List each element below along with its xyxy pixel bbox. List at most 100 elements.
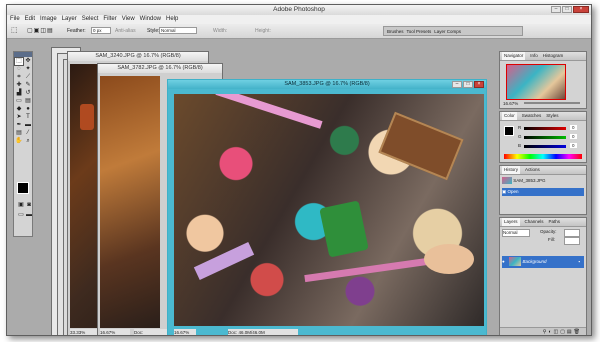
palette-tab-brushes[interactable]: Brushes xyxy=(387,27,404,35)
blend-mode-select[interactable]: Normal xyxy=(502,229,530,237)
toolbox: ⬚ ✥ ◌ ✦ ⌗ ⟋ ✚ ✎ ▟ ↺ ▭ ▤ ◆ ● ➤ T ✒ ▬ ▤ ⁄ … xyxy=(13,51,33,237)
screen-mode-icon[interactable]: ▭ xyxy=(17,212,25,219)
eye-icon[interactable]: ● xyxy=(502,256,508,268)
shape-tool-icon[interactable]: ▬ xyxy=(24,122,32,129)
doc-minimize-button[interactable]: – xyxy=(452,81,462,88)
standard-mode-icon[interactable]: ▣ xyxy=(17,202,25,209)
history-state-open[interactable]: ▣ Open xyxy=(502,188,584,196)
menu-image[interactable]: Image xyxy=(40,15,57,24)
zoom-readout-1[interactable]: 33.33% xyxy=(70,329,100,335)
document-image-2[interactable] xyxy=(100,76,160,328)
channel-r-value[interactable]: 0 xyxy=(570,125,577,130)
tab-layers[interactable]: Layers xyxy=(502,218,520,226)
color-fg-swatch[interactable] xyxy=(504,126,514,136)
menu-edit[interactable]: Edit xyxy=(25,15,35,24)
zoom-readout-3[interactable]: 16.67% xyxy=(174,329,196,335)
eyedropper-icon[interactable]: ⁄ xyxy=(24,130,32,137)
document-window-3[interactable]: SAM_3853.JPG @ 16.7% (RGB/8) – □ × 16.67… xyxy=(167,79,487,335)
tab-color[interactable]: Color xyxy=(502,112,517,120)
dodge-tool-icon[interactable]: ● xyxy=(24,106,32,113)
hand-tool-icon[interactable]: ✋ xyxy=(15,138,23,145)
type-tool-icon[interactable]: T xyxy=(24,114,32,121)
document-title-1[interactable]: SAM_3240.JPG @ 16.7% (RGB/8) xyxy=(68,52,208,61)
layer-row-background[interactable]: ● Background ▪ xyxy=(502,256,584,268)
move-tool-icon[interactable]: ✥ xyxy=(24,58,32,65)
pen-tool-icon[interactable]: ✒ xyxy=(15,122,23,129)
healing-brush-icon[interactable]: ✚ xyxy=(15,82,23,89)
channel-b-value[interactable]: 0 xyxy=(570,143,577,148)
marquee-tool-icon[interactable]: ⬚ xyxy=(14,57,24,66)
zoom-readout-2[interactable]: 16.67% xyxy=(100,329,130,335)
tab-swatches[interactable]: Swatches xyxy=(522,112,542,120)
crop-tool-icon[interactable]: ⌗ xyxy=(15,74,23,81)
doc-close-button[interactable]: × xyxy=(474,81,484,88)
tab-actions[interactable]: Actions xyxy=(525,166,540,174)
tab-paths[interactable]: Paths xyxy=(549,218,561,226)
notes-tool-icon[interactable]: ▤ xyxy=(15,130,23,137)
close-button[interactable]: × xyxy=(573,6,589,13)
tab-histogram[interactable]: Histogram xyxy=(543,52,564,60)
antialias-checkbox[interactable]: Anti-alias xyxy=(115,27,136,35)
layers-footer-icons[interactable]: ⚲◐◫▢▤🗑 xyxy=(500,327,586,335)
tab-info[interactable]: Info xyxy=(530,52,538,60)
layers-panel: Layers Channels Paths Normal Opacity: Fi… xyxy=(499,217,587,335)
tab-styles[interactable]: Styles xyxy=(546,112,558,120)
gradient-tool-icon[interactable]: ▤ xyxy=(24,98,32,105)
fill-label: Fill: xyxy=(548,237,555,242)
menu-view[interactable]: View xyxy=(122,15,135,24)
face-tag-shape xyxy=(424,244,474,274)
style-select[interactable]: Normal xyxy=(159,27,197,34)
tab-history[interactable]: History xyxy=(502,166,521,174)
document-title-3[interactable]: SAM_3853.JPG @ 16.7% (RGB/8) xyxy=(168,80,486,89)
tab-channels[interactable]: Channels xyxy=(525,218,544,226)
menu-window[interactable]: Window xyxy=(140,15,161,24)
layer-name[interactable]: Background xyxy=(523,259,547,264)
palette-well: Brushes Tool Presets Layer Comps xyxy=(383,26,523,36)
lasso-tool-icon[interactable]: ◌ xyxy=(15,66,23,73)
history-snapshot[interactable]: SAM_3853.JPG xyxy=(502,177,584,185)
fill-input[interactable] xyxy=(564,237,580,245)
opacity-input[interactable] xyxy=(564,229,580,237)
magic-wand-icon[interactable]: ✦ xyxy=(24,66,32,73)
brush-tool-icon[interactable]: ✎ xyxy=(24,82,32,89)
history-brush-icon[interactable]: ↺ xyxy=(24,90,32,97)
opacity-label: Opacity: xyxy=(540,229,557,234)
eraser-tool-icon[interactable]: ▭ xyxy=(15,98,23,105)
menu-help[interactable]: Help xyxy=(166,15,178,24)
navigator-panel: Navigator Info Histogram 16.67% xyxy=(499,51,587,109)
blur-tool-icon[interactable]: ◆ xyxy=(15,106,23,113)
navigator-thumbnail[interactable] xyxy=(506,64,566,100)
quickmask-mode-icon[interactable]: ◙ xyxy=(25,202,33,209)
channel-b-label: B xyxy=(518,143,522,148)
tab-navigator[interactable]: Navigator xyxy=(502,52,526,60)
navigator-zoom-slider[interactable] xyxy=(524,102,580,104)
lock-icon: ▪ xyxy=(578,259,580,264)
menu-file[interactable]: File xyxy=(10,15,20,24)
document-title-2[interactable]: SAM_3782.JPG @ 16.7% (RGB/8) xyxy=(98,64,222,73)
marquee-tool-icon[interactable]: ⬚ xyxy=(11,27,18,35)
palette-tab-layer-comps[interactable]: Layer Comps xyxy=(434,27,461,35)
doc-maximize-button[interactable]: □ xyxy=(463,81,473,88)
maximize-button[interactable]: □ xyxy=(562,6,572,13)
feather-input[interactable]: 0 px xyxy=(91,27,111,34)
path-selection-icon[interactable]: ➤ xyxy=(15,114,23,121)
channel-g-value[interactable]: 0 xyxy=(570,134,577,139)
menu-layer[interactable]: Layer xyxy=(62,15,77,24)
palette-tab-tool-presets[interactable]: Tool Presets xyxy=(407,27,432,35)
color-ramp[interactable] xyxy=(504,154,582,159)
menu-filter[interactable]: Filter xyxy=(103,15,116,24)
zoom-tool-icon[interactable]: ⌕ xyxy=(24,138,32,145)
channel-r-slider[interactable] xyxy=(524,127,566,130)
foreground-color-swatch[interactable] xyxy=(17,182,29,194)
minimize-button[interactable]: – xyxy=(551,6,561,13)
document-image-3[interactable] xyxy=(174,94,484,326)
channel-g-slider[interactable] xyxy=(524,136,566,139)
fullscreen-mode-icon[interactable]: ▬ xyxy=(25,212,33,219)
doc-size-3[interactable]: Doc: 46.0M/46.0M xyxy=(228,329,298,335)
slice-tool-icon[interactable]: ⟋ xyxy=(24,74,32,81)
selection-mode-icons[interactable]: ▢▣◫▤ xyxy=(27,27,54,35)
clone-stamp-icon[interactable]: ▟ xyxy=(15,90,23,97)
channel-b-slider[interactable] xyxy=(524,145,566,148)
navigator-zoom[interactable]: 16.67% xyxy=(503,101,518,106)
menu-select[interactable]: Select xyxy=(82,15,99,24)
